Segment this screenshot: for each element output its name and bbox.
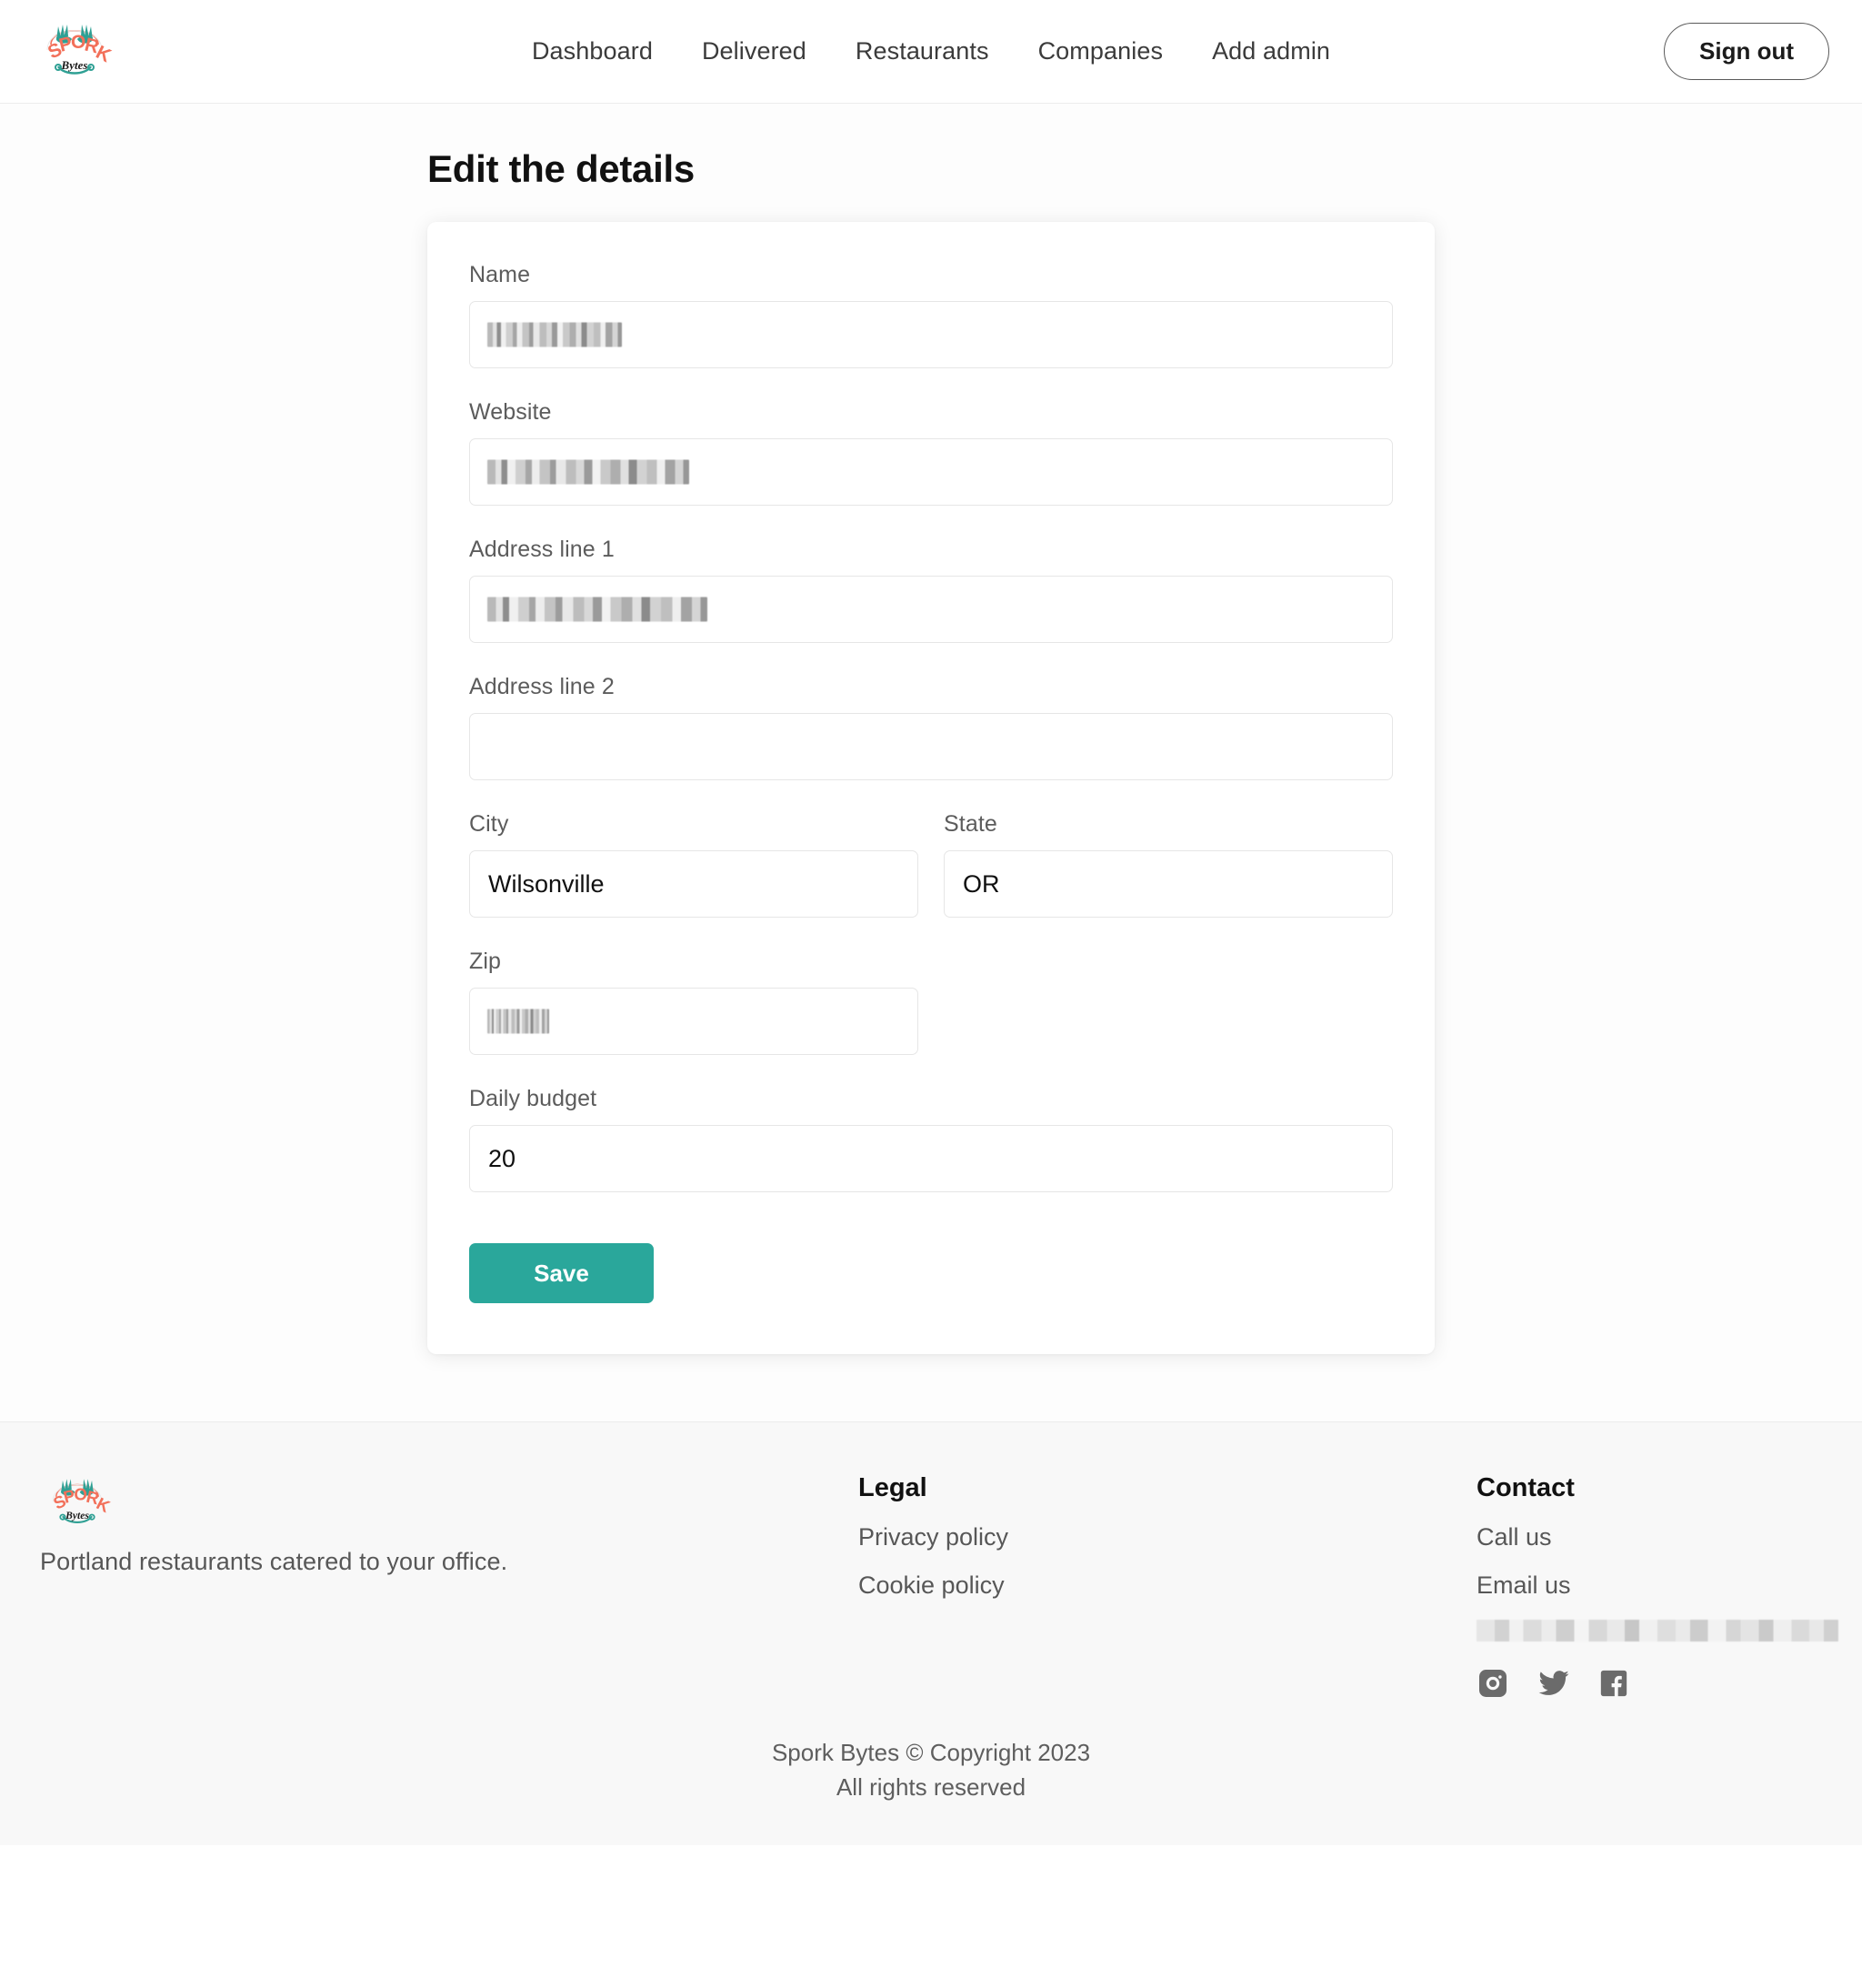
footer-social-links xyxy=(1477,1667,1838,1704)
instagram-icon[interactable] xyxy=(1477,1667,1509,1704)
address-line-1-input-wrap xyxy=(469,576,1393,643)
field-city: City xyxy=(469,811,918,918)
svg-text:Bytes: Bytes xyxy=(61,58,88,72)
field-label-address-line-1: Address line 1 xyxy=(469,537,615,562)
footer-tagline: Portland restaurants catered to your off… xyxy=(40,1548,508,1575)
field-label-daily-budget: Daily budget xyxy=(469,1086,597,1111)
footer-link-email-us[interactable]: Email us xyxy=(1477,1571,1571,1600)
field-zip: Zip xyxy=(469,949,1393,1055)
address-line-1-input[interactable] xyxy=(469,576,1393,643)
field-label-address-line-2: Address line 2 xyxy=(469,674,615,699)
footer-contact-column: Contact Call us Email us xyxy=(1477,1473,1838,1704)
address-line-2-input[interactable] xyxy=(469,713,1393,780)
zip-input[interactable] xyxy=(469,988,918,1055)
city-state-row: City State xyxy=(469,811,1393,949)
address-line-2-input-wrap xyxy=(469,713,1393,780)
footer-legal-heading: Legal xyxy=(858,1473,927,1502)
website-input[interactable] xyxy=(469,438,1393,506)
footer-legal-column: Legal Privacy policy Cookie policy xyxy=(858,1473,1477,1620)
main-content: Edit the details Name Website Address li… xyxy=(0,104,1862,1421)
footer-logo-icon: S P O R K Bytes xyxy=(50,1479,114,1524)
nav-item-add-admin[interactable]: Add admin xyxy=(1212,37,1330,65)
name-input-wrap xyxy=(469,301,1393,368)
svg-text:Bytes: Bytes xyxy=(65,1510,89,1521)
footer-bottom: Spork Bytes © Copyright 2023 All rights … xyxy=(40,1704,1822,1845)
footer-copyright: Spork Bytes © Copyright 2023 xyxy=(771,1739,1091,1766)
field-label-name: Name xyxy=(469,262,531,287)
save-button[interactable]: Save xyxy=(469,1243,654,1303)
daily-budget-input[interactable] xyxy=(469,1125,1393,1192)
facebook-icon[interactable] xyxy=(1598,1667,1629,1704)
field-daily-budget: Daily budget xyxy=(469,1086,1393,1192)
footer-columns: S P O R K Bytes Portland restaurants cat… xyxy=(40,1473,1838,1704)
city-input-wrap xyxy=(469,850,918,918)
spork-bytes-logo-icon: S P O R K Bytes xyxy=(45,24,115,75)
footer-contact-heading: Contact xyxy=(1477,1473,1575,1502)
field-label-zip: Zip xyxy=(469,949,502,974)
edit-details-card: Name Website Address line 1 Address line… xyxy=(427,222,1435,1354)
footer-link-call-us[interactable]: Call us xyxy=(1477,1523,1552,1551)
field-label-city: City xyxy=(469,811,509,837)
field-name: Name xyxy=(469,262,1393,368)
daily-budget-input-wrap xyxy=(469,1125,1393,1192)
nav-item-restaurants[interactable]: Restaurants xyxy=(856,37,989,65)
footer-spork-bytes-logo[interactable]: S P O R K Bytes xyxy=(40,1473,115,1533)
field-label-state: State xyxy=(944,811,997,837)
footer-link-privacy-policy[interactable]: Privacy policy xyxy=(858,1523,1008,1551)
footer-rights: All rights reserved xyxy=(836,1773,1026,1802)
footer-contact-redacted-line xyxy=(1477,1620,1838,1642)
state-input-wrap xyxy=(944,850,1393,918)
top-navbar: S P O R K Bytes Dashboard Delivered Rest… xyxy=(0,0,1862,104)
nav-item-delivered[interactable]: Delivered xyxy=(702,37,806,65)
website-input-wrap xyxy=(469,438,1393,506)
page-title: Edit the details xyxy=(427,147,695,190)
field-website: Website xyxy=(469,399,1393,506)
city-input[interactable] xyxy=(469,850,918,918)
field-label-website: Website xyxy=(469,399,552,425)
field-state: State xyxy=(944,811,1393,918)
sign-out-button[interactable]: Sign out xyxy=(1664,23,1829,80)
main-nav: Dashboard Delivered Restaurants Companie… xyxy=(532,37,1330,65)
footer-brand-column: S P O R K Bytes Portland restaurants cat… xyxy=(40,1473,858,1576)
nav-item-companies[interactable]: Companies xyxy=(1038,37,1163,65)
nav-item-dashboard[interactable]: Dashboard xyxy=(532,37,653,65)
page-footer: S P O R K Bytes Portland restaurants cat… xyxy=(0,1421,1862,1845)
spork-bytes-logo[interactable]: S P O R K Bytes xyxy=(33,19,116,85)
field-address-line-2: Address line 2 xyxy=(469,674,1393,780)
field-address-line-1: Address line 1 xyxy=(469,537,1393,643)
footer-link-cookie-policy[interactable]: Cookie policy xyxy=(858,1571,1005,1600)
zip-input-wrap xyxy=(469,988,918,1055)
name-input[interactable] xyxy=(469,301,1393,368)
twitter-icon[interactable] xyxy=(1537,1667,1571,1704)
state-input[interactable] xyxy=(944,850,1393,918)
